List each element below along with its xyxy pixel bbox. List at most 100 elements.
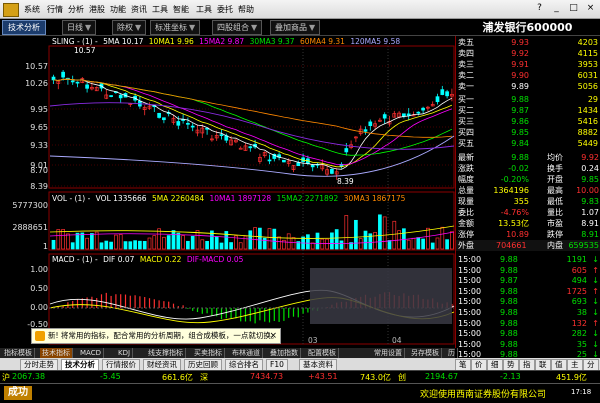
menu-help[interactable]: 帮助 xyxy=(238,4,254,15)
indicator-tab[interactable]: 技术指标 xyxy=(40,348,73,358)
close-icon[interactable]: × xyxy=(585,3,596,14)
coordinate-dropdown[interactable]: 标准坐标 ▼ xyxy=(150,20,201,35)
maximize-icon[interactable]: □ xyxy=(568,3,579,14)
menu-quotes[interactable]: 行情 xyxy=(47,4,63,15)
volume-bar xyxy=(440,226,445,250)
period-dropdown[interactable]: 日线 ▼ xyxy=(62,20,97,35)
buy-level-row: 买一 9.88 29 xyxy=(456,94,600,105)
macd-legend-name: MACD - (1) - xyxy=(52,255,98,264)
level-label: 买二 xyxy=(458,106,474,115)
menu-hk[interactable]: 港股 xyxy=(89,4,105,15)
volume-bar xyxy=(166,235,171,250)
menu-analysis[interactable]: 分析 xyxy=(68,4,84,15)
stat-row: 总量 1364196 最高 10.00 xyxy=(456,185,600,196)
tip-popup[interactable]: 新! 将常用的指标，配合常用的分析周期，组合成模板，一点就切换。 × xyxy=(31,328,281,344)
indicator-tab[interactable]: MACD xyxy=(78,348,104,358)
sell-level-row: 卖一 9.89 5056 xyxy=(456,81,600,92)
menu-function[interactable]: 功能 xyxy=(110,4,126,15)
rights-dropdown[interactable]: 除权 ▼ xyxy=(112,20,147,35)
price-axis-label: 10.57 xyxy=(25,62,48,71)
volume-bar xyxy=(123,241,128,250)
template-action-tab[interactable]: 历 xyxy=(446,348,458,358)
volume-bar xyxy=(186,240,190,250)
overlay-dropdown[interactable]: 叠加商品 ▼ xyxy=(270,20,321,35)
indicator-tab[interactable]: 布林通道 xyxy=(230,348,263,358)
candle-body xyxy=(75,81,80,84)
stat-value: 1.07 xyxy=(581,208,599,217)
menu-bar: 系统 行情 分析 港股 功能 资讯 工具 智能 工具 委托 帮助 ? _ □ × xyxy=(0,0,600,19)
menu-tools2[interactable]: 工具 xyxy=(196,4,212,15)
chevron-down-icon: ▼ xyxy=(135,23,142,32)
template-action-tab[interactable]: 另存模板 xyxy=(409,348,442,358)
volume-bar xyxy=(339,240,344,250)
candle-body xyxy=(421,107,425,111)
tech-analysis-button[interactable]: 技术分析 xyxy=(2,20,46,35)
volume-bar xyxy=(421,238,425,250)
level-volume: 1434 xyxy=(577,106,598,115)
volume-bar xyxy=(205,240,209,250)
moving-average-line xyxy=(53,78,453,168)
candle-body xyxy=(382,114,387,119)
volume-bar xyxy=(258,227,262,250)
volume-bar xyxy=(157,228,161,250)
legend-ma3: 30MA3 9.37 xyxy=(249,37,295,46)
price-axis-label: 9.33 xyxy=(30,141,48,150)
indicator-tab[interactable]: KDJ xyxy=(116,348,134,358)
volume-bar xyxy=(114,234,118,250)
minimize-icon[interactable]: _ xyxy=(551,3,562,14)
volume-bar xyxy=(445,239,449,250)
tick-price: 9.88 xyxy=(500,329,518,339)
moving-average-line xyxy=(53,78,453,156)
indicator-tab[interactable]: 叠加指数 xyxy=(268,348,301,358)
menu-smart[interactable]: 智能 xyxy=(173,4,189,15)
indicator-tab[interactable]: 配置模板 xyxy=(306,348,339,358)
price-legend-name: SLING - (1) - xyxy=(52,37,98,46)
candle-body xyxy=(109,95,113,97)
sz-label: 深 xyxy=(200,373,208,382)
blurred-overlay xyxy=(310,268,452,324)
stat-label: 涨停 xyxy=(458,230,474,239)
date-tick: 03 xyxy=(308,336,318,345)
volume-bar xyxy=(253,227,257,250)
combo-dropdown[interactable]: 四股组合 ▼ xyxy=(212,20,263,35)
macd-legend-dif: DIF 0.07 xyxy=(103,255,135,264)
price-axis-label: 8.70 xyxy=(30,166,48,175)
tick-volume: 132 xyxy=(571,318,587,328)
stat-value: -4.76% xyxy=(500,208,529,217)
stat-label: 最高 xyxy=(547,186,563,195)
indicator-tab[interactable]: 指标模板 xyxy=(2,348,35,358)
stat-label: 市盈 xyxy=(547,219,563,228)
stat-row: 涨停 10.89 跌停 8.91 xyxy=(456,229,600,240)
stat-row: 委比 -4.76% 量比 1.07 xyxy=(456,207,600,218)
volume-bar xyxy=(267,228,272,250)
menu-trade[interactable]: 委托 xyxy=(217,4,233,15)
indicator-tab[interactable]: 线支撑指标 xyxy=(146,348,186,358)
macd-legend-macd: MACD 0.22 xyxy=(139,255,182,264)
legend-ma10: 10MA1 9.96 xyxy=(148,37,194,46)
volume-bar xyxy=(56,229,61,250)
menu-system[interactable]: 系统 xyxy=(24,4,40,15)
sh-change: -5.45 xyxy=(100,372,121,381)
template-action-tab[interactable]: 常用设置 xyxy=(372,348,405,358)
tick-time: 15:00 xyxy=(458,286,482,296)
buy-level-row: 买五 9.84 5449 xyxy=(456,138,600,149)
sell-level-row: 卖二 9.90 6031 xyxy=(456,70,600,81)
tick-price: 9.88 xyxy=(500,339,518,349)
period-label: 日线 xyxy=(67,23,83,32)
indicator-tab[interactable]: 买卖指标 xyxy=(192,348,225,358)
help-icon[interactable]: ? xyxy=(534,3,545,14)
vol-legend-ma2: 15MA2 2271892 xyxy=(276,194,339,203)
chevron-down-icon: ▼ xyxy=(251,23,258,32)
tick-row: 15:00 9.88 1725 ↑ xyxy=(456,286,600,297)
volume-bar xyxy=(310,242,315,250)
volume-bar xyxy=(387,240,392,250)
volume-bar xyxy=(243,235,248,250)
menu-tools[interactable]: 工具 xyxy=(152,4,168,15)
menu-info[interactable]: 资讯 xyxy=(131,4,147,15)
tick-row: 15:00 9.88 35 ↓ xyxy=(456,339,600,350)
volume-bar xyxy=(66,233,70,250)
stat-value: 10.89 xyxy=(506,230,529,239)
level-price: 9.90 xyxy=(511,71,529,80)
extra-amount: 451.9亿 xyxy=(556,373,587,382)
close-icon[interactable]: × xyxy=(269,329,277,343)
